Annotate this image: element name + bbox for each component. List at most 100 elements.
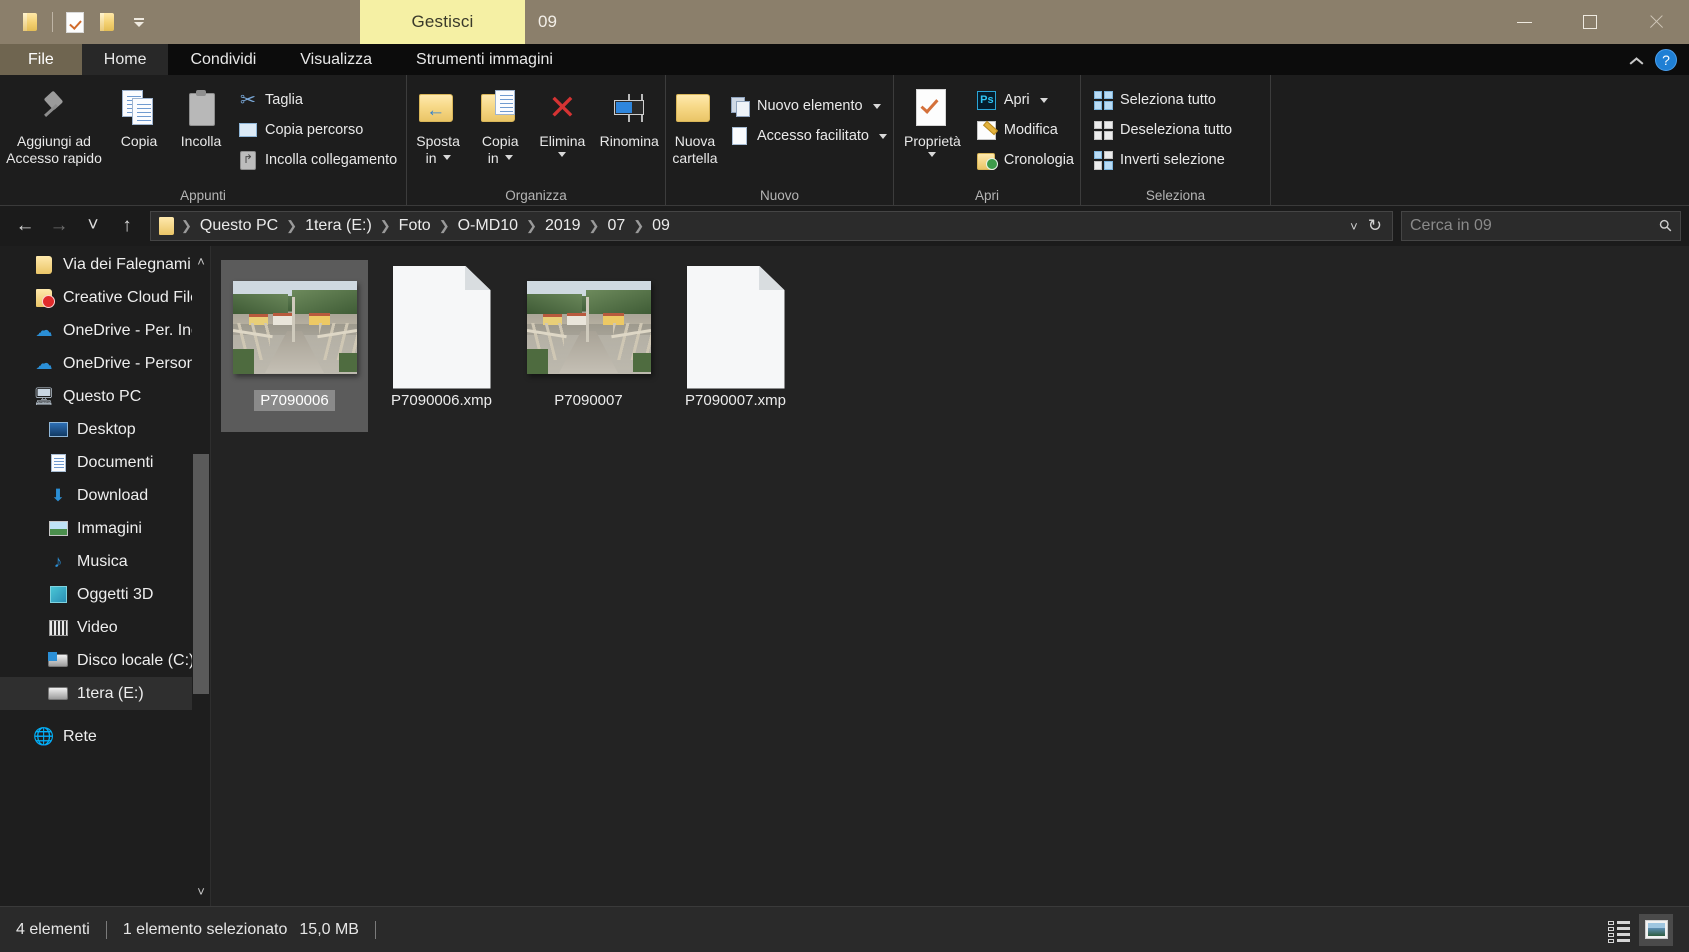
- sidebar-item-rete[interactable]: Rete: [0, 720, 210, 753]
- tab-strumenti-immagini[interactable]: Strumenti immagini: [394, 44, 575, 75]
- breadcrumb-item-6[interactable]: 09: [646, 214, 676, 238]
- breadcrumb-dropdown-icon[interactable]: ˅: [1350, 219, 1358, 234]
- sidebar-item-onedrive-personal[interactable]: OneDrive - Personal: [0, 347, 210, 380]
- maximize-button[interactable]: [1557, 0, 1623, 44]
- search-box[interactable]: ⚲: [1401, 211, 1681, 241]
- paste-button[interactable]: Incolla: [170, 81, 232, 150]
- contextual-tab-manage[interactable]: Gestisci: [360, 0, 525, 44]
- breadcrumb-item-2[interactable]: Foto: [393, 214, 437, 238]
- sidebar-item-desktop[interactable]: Desktop: [0, 413, 210, 446]
- rename-button[interactable]: Rinomina: [593, 81, 665, 150]
- maximize-icon: [1583, 15, 1597, 29]
- breadcrumb[interactable]: ❯ Questo PC ❯ 1tera (E:) ❯ Foto ❯ O-MD10…: [150, 211, 1393, 241]
- file-item-p7090007[interactable]: P7090007: [515, 260, 662, 432]
- sidebar-item-via-dei-falegnami[interactable]: Via dei Falegnami: [0, 248, 210, 281]
- minimize-button[interactable]: [1491, 0, 1557, 44]
- qat-customize-button[interactable]: [123, 5, 155, 39]
- breadcrumb-item-0[interactable]: Questo PC: [194, 214, 284, 238]
- sidebar-item-immagini[interactable]: Immagini: [0, 512, 210, 545]
- breadcrumb-item-4[interactable]: 2019: [539, 214, 587, 238]
- window-title: 09: [538, 12, 557, 31]
- recent-locations-button[interactable]: ˅: [76, 209, 110, 243]
- ribbon-controls: ?: [1629, 44, 1689, 75]
- help-icon[interactable]: ?: [1655, 48, 1677, 71]
- pin-icon: [39, 87, 69, 129]
- new-folder-button[interactable]: Nuova cartella: [666, 81, 724, 166]
- navigation-pane: ˄ ˅ Via dei Falegnami Creative Cloud Fil…: [0, 246, 211, 906]
- select-none-button[interactable]: Deseleziona tutto: [1087, 115, 1238, 145]
- sidebar-item-creative-cloud-files[interactable]: Creative Cloud Files: [0, 281, 210, 314]
- tab-visualizza[interactable]: Visualizza: [278, 44, 394, 75]
- collapse-ribbon-icon[interactable]: [1629, 53, 1643, 67]
- pin-to-quick-access-button[interactable]: Aggiungi ad Accesso rapido: [0, 81, 108, 166]
- file-item-p7090006[interactable]: P7090006: [221, 260, 368, 432]
- sidebar-item-documenti[interactable]: Documenti: [0, 446, 210, 479]
- group-label-seleziona: Seleziona: [1145, 187, 1206, 203]
- breadcrumb-item-3[interactable]: O-MD10: [452, 214, 524, 238]
- breadcrumb-item-1[interactable]: 1tera (E:): [299, 214, 378, 238]
- tab-condividi[interactable]: Condividi: [168, 44, 278, 75]
- navpane-scrollbar[interactable]: [192, 272, 210, 880]
- photoshop-icon: Ps: [977, 90, 997, 110]
- tab-home[interactable]: Home: [81, 44, 169, 75]
- sidebar-item-1tera-e[interactable]: 1tera (E:): [0, 677, 210, 710]
- file-item-p7090006-xmp[interactable]: P7090006.xmp: [368, 260, 515, 432]
- qat-folder-button[interactable]: [14, 5, 46, 39]
- up-button[interactable]: ↑: [110, 209, 144, 243]
- sidebar-item-disco-locale-c[interactable]: Disco locale (C:): [0, 644, 210, 677]
- folder-icon: [22, 12, 39, 32]
- properties-button[interactable]: Proprietà: [894, 81, 971, 157]
- sidebar-item-video[interactable]: Video: [0, 611, 210, 644]
- history-button[interactable]: Cronologia: [971, 145, 1080, 175]
- properties-icon: [914, 87, 950, 129]
- sidebar-item-oggetti-3d[interactable]: Oggetti 3D: [0, 578, 210, 611]
- qat-properties-button[interactable]: [59, 5, 91, 39]
- details-view-button[interactable]: [1601, 914, 1635, 946]
- copy-path-button[interactable]: Copia percorso: [232, 115, 403, 145]
- new-item-button[interactable]: Nuovo elemento: [724, 91, 893, 121]
- contextual-tab-label: Gestisci: [411, 12, 474, 31]
- breadcrumb-separator: ❯: [379, 218, 391, 233]
- delete-button[interactable]: ✕ Elimina: [531, 81, 593, 157]
- navpane-scroll-thumb[interactable]: [193, 454, 209, 694]
- invert-selection-button[interactable]: Inverti selezione: [1087, 145, 1238, 175]
- search-input[interactable]: [1410, 217, 1661, 235]
- close-button[interactable]: [1623, 0, 1689, 44]
- cut-button[interactable]: ✂ Taglia: [232, 85, 403, 115]
- copy-to-button[interactable]: Copia in: [469, 81, 531, 166]
- ribbon-group-nuovo: Nuova cartella Nuovo elemento Accesso fa…: [665, 75, 893, 205]
- tab-file[interactable]: File: [0, 44, 82, 75]
- edit-button[interactable]: Modifica: [971, 115, 1080, 145]
- large-icons-view-button[interactable]: [1639, 913, 1673, 946]
- navigation-tree: Via dei Falegnami Creative Cloud Files O…: [0, 246, 210, 753]
- easy-access-button[interactable]: Accesso facilitato: [724, 121, 893, 151]
- forward-button[interactable]: →: [42, 209, 76, 243]
- videos-icon: [48, 618, 68, 638]
- file-list-view[interactable]: P7090006 P7090006.xmp P7090007 P7090007.…: [211, 246, 1689, 906]
- paste-shortcut-button[interactable]: Incolla collegamento: [232, 145, 403, 175]
- navpane-scroll-up-icon[interactable]: ˄: [192, 250, 210, 272]
- copy-button[interactable]: Copia: [108, 81, 170, 150]
- navpane-scroll-down-icon[interactable]: ˅: [192, 880, 210, 902]
- refresh-icon[interactable]: ↻: [1368, 216, 1382, 236]
- paste-link-icon: [238, 150, 258, 170]
- scissors-icon: ✂: [240, 89, 256, 111]
- chevron-down-icon: [442, 155, 451, 161]
- select-all-button[interactable]: Seleziona tutto: [1087, 85, 1238, 115]
- move-to-button[interactable]: ← Sposta in: [407, 81, 469, 166]
- sidebar-item-onedrive-business[interactable]: OneDrive - Per. Ind: [0, 314, 210, 347]
- delete-x-icon: ✕: [548, 89, 577, 127]
- sidebar-item-download[interactable]: Download: [0, 479, 210, 512]
- sidebar-item-questo-pc[interactable]: Questo PC: [0, 380, 210, 413]
- breadcrumb-separator: ❯: [526, 218, 537, 233]
- breadcrumb-item-5[interactable]: 07: [601, 214, 631, 238]
- sidebar-item-musica[interactable]: Musica: [0, 545, 210, 578]
- file-tiles: P7090006 P7090006.xmp P7090007 P7090007.…: [221, 260, 1689, 432]
- group-label-apri: Apri: [974, 187, 999, 203]
- file-explorer-window: Gestisci 09 File Home Condividi Visualiz…: [0, 0, 1689, 952]
- qat-new-folder-button[interactable]: [91, 5, 123, 39]
- file-item-p7090007-xmp[interactable]: P7090007.xmp: [662, 260, 809, 432]
- back-button[interactable]: ←: [8, 209, 42, 243]
- this-pc-icon: [34, 387, 54, 407]
- open-with-button[interactable]: Ps Apri: [971, 85, 1080, 115]
